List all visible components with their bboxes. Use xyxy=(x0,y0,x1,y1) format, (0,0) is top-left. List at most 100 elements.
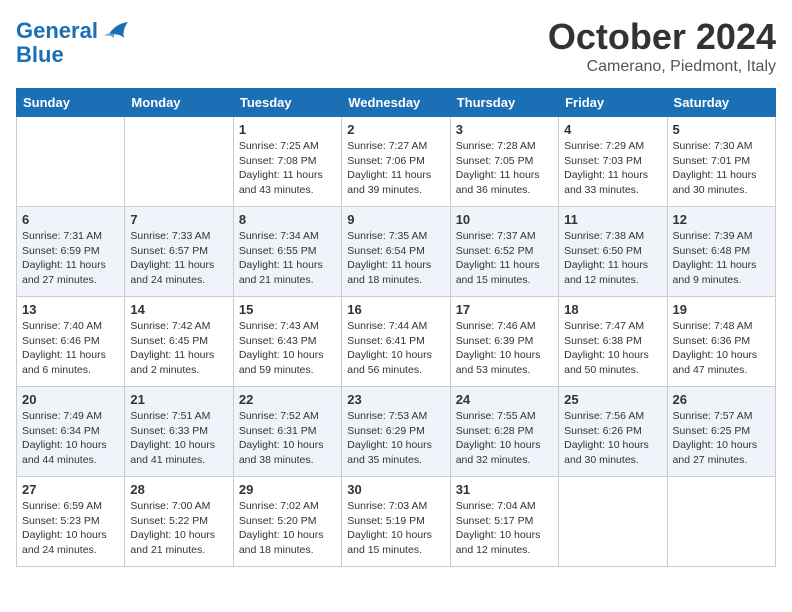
calendar-cell: 28Sunrise: 7:00 AMSunset: 5:22 PMDayligh… xyxy=(125,477,233,567)
week-row-4: 20Sunrise: 7:49 AMSunset: 6:34 PMDayligh… xyxy=(17,387,776,477)
day-info: Daylight: 10 hours and 41 minutes. xyxy=(130,438,227,467)
day-info: Sunset: 7:05 PM xyxy=(456,154,553,169)
day-number: 16 xyxy=(347,302,444,317)
day-number: 2 xyxy=(347,122,444,137)
calendar-cell: 23Sunrise: 7:53 AMSunset: 6:29 PMDayligh… xyxy=(342,387,450,477)
day-info: Sunset: 6:55 PM xyxy=(239,244,336,259)
day-info: Sunset: 6:28 PM xyxy=(456,424,553,439)
day-info: Sunrise: 7:55 AM xyxy=(456,409,553,424)
day-number: 23 xyxy=(347,392,444,407)
day-info: Daylight: 10 hours and 38 minutes. xyxy=(239,438,336,467)
calendar-cell: 29Sunrise: 7:02 AMSunset: 5:20 PMDayligh… xyxy=(233,477,341,567)
day-info: Sunrise: 7:31 AM xyxy=(22,229,119,244)
day-header-sunday: Sunday xyxy=(17,89,125,117)
day-info: Sunrise: 7:57 AM xyxy=(673,409,770,424)
day-number: 28 xyxy=(130,482,227,497)
day-number: 19 xyxy=(673,302,770,317)
day-info: Sunset: 6:59 PM xyxy=(22,244,119,259)
calendar-cell: 18Sunrise: 7:47 AMSunset: 6:38 PMDayligh… xyxy=(559,297,667,387)
day-info: Daylight: 10 hours and 18 minutes. xyxy=(239,528,336,557)
calendar-cell: 3Sunrise: 7:28 AMSunset: 7:05 PMDaylight… xyxy=(450,117,558,207)
day-info: Daylight: 10 hours and 27 minutes. xyxy=(673,438,770,467)
day-info: Sunrise: 7:37 AM xyxy=(456,229,553,244)
calendar-cell: 5Sunrise: 7:30 AMSunset: 7:01 PMDaylight… xyxy=(667,117,775,207)
calendar-cell: 8Sunrise: 7:34 AMSunset: 6:55 PMDaylight… xyxy=(233,207,341,297)
day-info: Sunset: 6:41 PM xyxy=(347,334,444,349)
calendar-cell: 4Sunrise: 7:29 AMSunset: 7:03 PMDaylight… xyxy=(559,117,667,207)
day-info: Sunset: 6:34 PM xyxy=(22,424,119,439)
calendar-cell: 17Sunrise: 7:46 AMSunset: 6:39 PMDayligh… xyxy=(450,297,558,387)
calendar-cell: 6 Sunrise: 7:31 AMSunset: 6:59 PMDaylight… xyxy=(17,207,125,297)
day-info: Sunset: 7:03 PM xyxy=(564,154,661,169)
day-info: Sunrise: 7:42 AM xyxy=(130,319,227,334)
title-section: October 2024 Camerano, Piedmont, Italy xyxy=(548,16,776,76)
day-number: 1 xyxy=(239,122,336,137)
day-number: 14 xyxy=(130,302,227,317)
day-number: 21 xyxy=(130,392,227,407)
day-info: Daylight: 10 hours and 15 minutes. xyxy=(347,528,444,557)
week-row-5: 27Sunrise: 6:59 AMSunset: 5:23 PMDayligh… xyxy=(17,477,776,567)
day-info: Daylight: 11 hours and 9 minutes. xyxy=(673,258,770,287)
calendar-cell: 31Sunrise: 7:04 AMSunset: 5:17 PMDayligh… xyxy=(450,477,558,567)
day-info: Sunrise: 7:02 AM xyxy=(239,499,336,514)
calendar-subtitle: Camerano, Piedmont, Italy xyxy=(548,58,776,76)
calendar-title: October 2024 xyxy=(548,16,776,58)
day-headers-row: SundayMondayTuesdayWednesdayThursdayFrid… xyxy=(17,89,776,117)
day-info: Daylight: 10 hours and 24 minutes. xyxy=(22,528,119,557)
day-info: Sunset: 6:36 PM xyxy=(673,334,770,349)
day-info: Daylight: 11 hours and 6 minutes. xyxy=(22,348,119,377)
day-number: 30 xyxy=(347,482,444,497)
day-info: Daylight: 11 hours and 15 minutes. xyxy=(456,258,553,287)
day-info: Sunrise: 7:43 AM xyxy=(239,319,336,334)
day-info: Daylight: 11 hours and 36 minutes. xyxy=(456,168,553,197)
day-info: Sunrise: 7:03 AM xyxy=(347,499,444,514)
day-info: Sunset: 5:19 PM xyxy=(347,514,444,529)
day-info: Sunset: 7:06 PM xyxy=(347,154,444,169)
day-info: Sunset: 5:23 PM xyxy=(22,514,119,529)
calendar-cell: 30 Sunrise: 7:03 AMSunset: 5:19 PMDayligh… xyxy=(342,477,450,567)
day-info: Daylight: 11 hours and 43 minutes. xyxy=(239,168,336,197)
day-number: 4 xyxy=(564,122,661,137)
day-number: 24 xyxy=(456,392,553,407)
day-info: Sunset: 7:01 PM xyxy=(673,154,770,169)
day-info: Daylight: 11 hours and 33 minutes. xyxy=(564,168,661,197)
day-info: Daylight: 10 hours and 12 minutes. xyxy=(456,528,553,557)
day-info: Daylight: 10 hours and 30 minutes. xyxy=(564,438,661,467)
day-info: Sunset: 6:39 PM xyxy=(456,334,553,349)
day-info: Sunrise: 7:47 AM xyxy=(564,319,661,334)
day-info: Sunrise: 7:38 AM xyxy=(564,229,661,244)
day-info: Daylight: 10 hours and 32 minutes. xyxy=(456,438,553,467)
day-info: Sunrise: 7:53 AM xyxy=(347,409,444,424)
logo-bird-icon xyxy=(100,16,130,46)
day-info: Daylight: 11 hours and 12 minutes. xyxy=(564,258,661,287)
day-header-wednesday: Wednesday xyxy=(342,89,450,117)
day-number: 12 xyxy=(673,212,770,227)
day-info: Daylight: 11 hours and 27 minutes. xyxy=(22,258,119,287)
calendar-cell: 24 Sunrise: 7:55 AMSunset: 6:28 PMDayligh… xyxy=(450,387,558,477)
calendar-cell: 12Sunrise: 7:39 AMSunset: 6:48 PMDayligh… xyxy=(667,207,775,297)
day-info: Sunset: 6:50 PM xyxy=(564,244,661,259)
day-info: Sunset: 6:31 PM xyxy=(239,424,336,439)
day-info: Sunset: 6:57 PM xyxy=(130,244,227,259)
calendar-cell: 10Sunrise: 7:37 AMSunset: 6:52 PMDayligh… xyxy=(450,207,558,297)
day-header-friday: Friday xyxy=(559,89,667,117)
day-info: Daylight: 10 hours and 53 minutes. xyxy=(456,348,553,377)
calendar-cell: 15Sunrise: 7:43 AMSunset: 6:43 PMDayligh… xyxy=(233,297,341,387)
calendar-cell xyxy=(667,477,775,567)
calendar-cell: 19Sunrise: 7:48 AMSunset: 6:36 PMDayligh… xyxy=(667,297,775,387)
day-info: Sunrise: 7:35 AM xyxy=(347,229,444,244)
day-number: 18 xyxy=(564,302,661,317)
day-info: Daylight: 10 hours and 47 minutes. xyxy=(673,348,770,377)
day-number: 8 xyxy=(239,212,336,227)
day-info: Daylight: 10 hours and 56 minutes. xyxy=(347,348,444,377)
day-header-saturday: Saturday xyxy=(667,89,775,117)
day-number: 27 xyxy=(22,482,119,497)
day-info: Sunrise: 7:33 AM xyxy=(130,229,227,244)
day-header-monday: Monday xyxy=(125,89,233,117)
day-number: 29 xyxy=(239,482,336,497)
day-number: 6 xyxy=(22,212,119,227)
day-header-thursday: Thursday xyxy=(450,89,558,117)
calendar-cell xyxy=(125,117,233,207)
calendar-cell: 2Sunrise: 7:27 AMSunset: 7:06 PMDaylight… xyxy=(342,117,450,207)
logo: General Blue xyxy=(16,16,130,68)
